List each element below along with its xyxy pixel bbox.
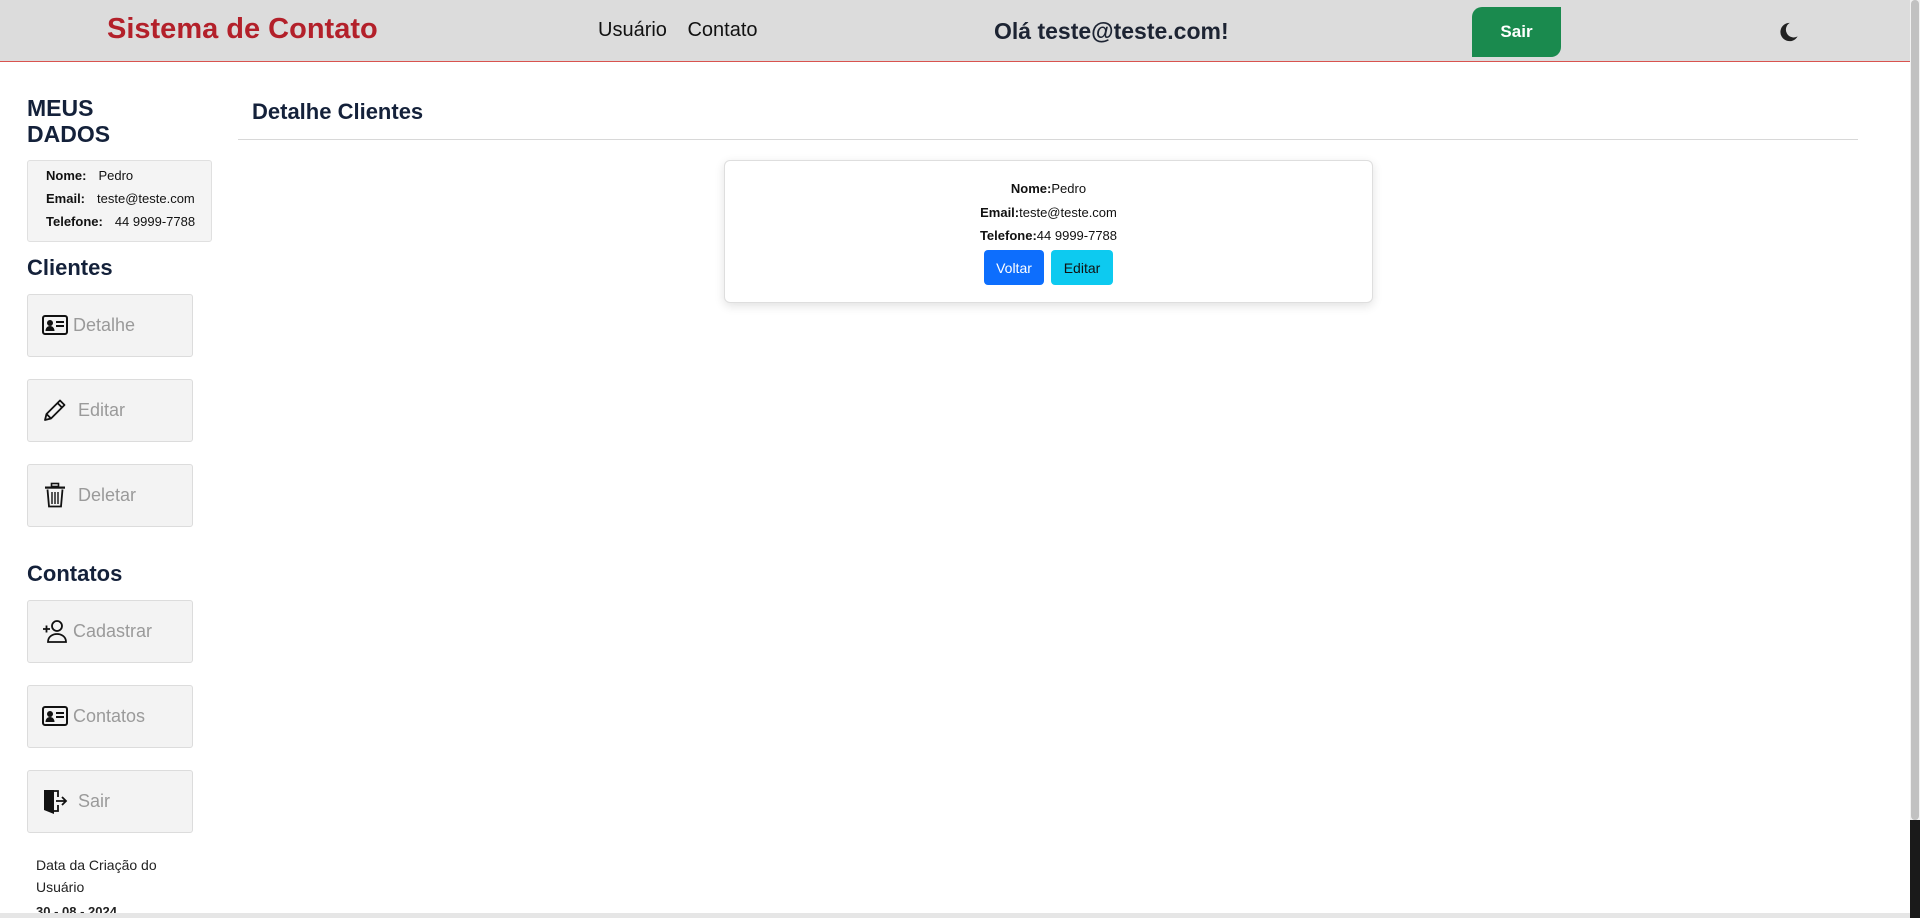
nav-link-contato[interactable]: Contato bbox=[687, 19, 757, 41]
card-phone-value: 44 9999-7788 bbox=[1036, 228, 1118, 243]
trash-icon bbox=[42, 482, 68, 508]
client-edit-label: Editar bbox=[78, 400, 126, 420]
pencil-icon bbox=[42, 397, 68, 423]
phone-value: 44 9999-7788 bbox=[114, 214, 196, 229]
edit-button[interactable]: Editar bbox=[1051, 250, 1113, 285]
card-name-row: Nome:Pedro bbox=[725, 181, 1372, 196]
my-data-panel: Nome: Pedro Email: teste@teste.com Telefon… bbox=[27, 160, 212, 242]
top-navbar: Sistema de Contato Usuário Contato Olá t… bbox=[0, 0, 1910, 62]
card-phone-row: Telefone:44 9999-7788 bbox=[725, 228, 1372, 243]
name-value: Pedro bbox=[98, 168, 134, 183]
scrollbar-thumb[interactable] bbox=[1911, 0, 1919, 820]
page-title: Detalhe Clientes bbox=[252, 99, 424, 124]
contacts-list-label: Contatos bbox=[73, 706, 146, 726]
creation-date-label: Data da Criação do Usuário bbox=[36, 857, 157, 895]
email-value: teste@teste.com bbox=[97, 191, 195, 206]
email-label: Email: bbox=[46, 191, 86, 206]
sidebar-logout-label: Sair bbox=[78, 791, 111, 811]
my-data-title-line1: MEUS bbox=[27, 95, 94, 121]
title-divider bbox=[238, 139, 1858, 140]
nav-links: Usuário Contato bbox=[598, 19, 773, 42]
vertical-scrollbar[interactable] bbox=[1910, 0, 1920, 918]
id-card-icon bbox=[42, 312, 68, 338]
card-email-row: Email:teste@teste.com bbox=[725, 205, 1372, 220]
client-delete-button[interactable]: Deletar bbox=[27, 464, 193, 527]
logout-button[interactable]: Sair bbox=[1472, 7, 1561, 57]
my-data-email-row: Email: teste@teste.com bbox=[46, 191, 195, 206]
add-person-icon bbox=[42, 618, 68, 644]
client-detail-button[interactable]: Detalhe bbox=[27, 294, 193, 357]
contact-register-label: Cadastrar bbox=[73, 621, 153, 641]
card-email-label: Email: bbox=[980, 205, 1020, 220]
client-delete-label: Deletar bbox=[78, 485, 137, 505]
card-name-value: Pedro bbox=[1051, 181, 1087, 196]
sidebar-logout-button[interactable]: Sair bbox=[27, 770, 193, 833]
bottom-edge bbox=[0, 913, 1910, 918]
client-edit-button[interactable]: Editar bbox=[27, 379, 193, 442]
nav-link-usuario[interactable]: Usuário bbox=[598, 19, 667, 41]
contacts-section-title: Contatos bbox=[27, 561, 123, 586]
card-phone-label: Telefone: bbox=[979, 228, 1037, 243]
brand-title[interactable]: Sistema de Contato bbox=[107, 13, 378, 46]
card-name-label: Nome: bbox=[1010, 181, 1052, 196]
phone-label: Telefone: bbox=[46, 214, 103, 229]
moon-icon[interactable] bbox=[1777, 21, 1799, 43]
my-data-title: MEUS DADOS bbox=[27, 95, 110, 147]
contacts-list-button[interactable]: Contatos bbox=[27, 685, 193, 748]
card-email-value: teste@teste.com bbox=[1019, 205, 1117, 220]
scrollbar-lower-track bbox=[1910, 820, 1920, 918]
contact-register-button[interactable]: Cadastrar bbox=[27, 600, 193, 663]
client-detail-label: Detalhe bbox=[73, 315, 136, 335]
exit-door-icon bbox=[42, 788, 68, 814]
my-data-title-line2: DADOS bbox=[27, 121, 111, 147]
my-data-phone-row: Telefone: 44 9999-7788 bbox=[46, 214, 195, 229]
name-label: Nome: bbox=[46, 168, 87, 183]
my-data-name-row: Nome: Pedro bbox=[46, 168, 133, 183]
client-detail-card: Nome:Pedro Email:teste@teste.com Telefon… bbox=[724, 160, 1373, 303]
id-card-icon bbox=[42, 703, 68, 729]
clients-section-title: Clientes bbox=[27, 255, 113, 280]
greeting-text: Olá teste@teste.com! bbox=[994, 18, 1229, 44]
back-button[interactable]: Voltar bbox=[984, 250, 1044, 285]
